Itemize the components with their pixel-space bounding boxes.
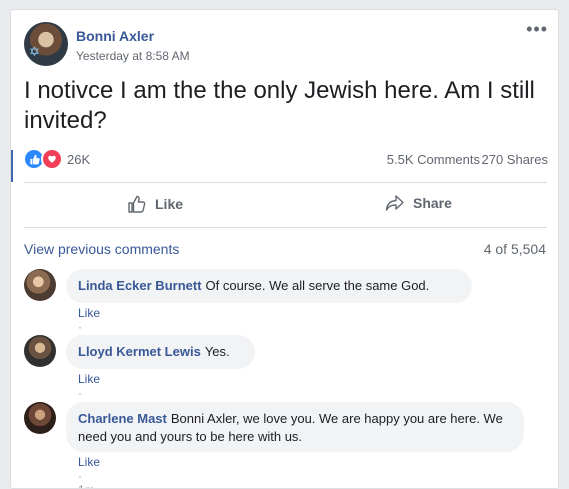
comment-text: Of course. We all serve the same God.	[205, 278, 430, 293]
comment-time[interactable]: 1m	[78, 483, 95, 488]
meta-separator: ·	[78, 469, 82, 483]
comment-like-link[interactable]: Like	[78, 372, 100, 386]
thumbs-up-icon	[127, 194, 147, 214]
commenter-avatar[interactable]	[24, 402, 56, 434]
reactions-bar: 26K 5.5K Comments 270 Shares	[11, 148, 558, 182]
reaction-count[interactable]: 26K	[67, 152, 90, 167]
post-text: I notivce I am the the only Jewish here.…	[24, 77, 535, 134]
post-author-name[interactable]: Bonni Axler	[76, 28, 154, 44]
comment-meta: Like · 1m	[78, 455, 100, 488]
like-button-label: Like	[155, 196, 184, 212]
post-card: ✡ Bonni Axler Yesterday at 8:58 AM ••• I…	[10, 9, 559, 489]
shares-count-link[interactable]: 270 Shares	[482, 152, 549, 167]
comment-bubble: Charlene Mast Bonni Axler, we love you. W…	[66, 402, 524, 452]
comment-bubble: Linda Ecker Burnett Of course. We all ser…	[66, 269, 472, 303]
love-reaction-icon[interactable]	[41, 148, 63, 170]
divider	[24, 227, 547, 228]
like-button[interactable]: Like	[127, 194, 183, 214]
share-button-label: Share	[413, 195, 452, 211]
share-button[interactable]: Share	[385, 194, 452, 212]
post-timestamp[interactable]: Yesterday at 8:58 AM	[76, 49, 190, 63]
comment-text: Yes.	[204, 344, 230, 359]
comments-count-link[interactable]: 5.5K Comments	[387, 152, 480, 167]
comment-count: 4 of 5,504	[483, 241, 546, 257]
meta-separator: ·	[78, 320, 82, 334]
reactions-indicator	[11, 150, 13, 182]
commenter-name[interactable]: Charlene Mast	[78, 411, 167, 426]
more-options-icon[interactable]: •••	[526, 20, 548, 38]
author-avatar[interactable]: ✡	[24, 22, 68, 66]
star-of-david-icon: ✡	[29, 44, 40, 59]
view-previous-comments-link[interactable]: View previous comments	[24, 241, 179, 257]
divider	[24, 182, 547, 183]
commenter-avatar[interactable]	[24, 335, 56, 367]
meta-separator: ·	[78, 386, 82, 400]
commenter-name[interactable]: Linda Ecker Burnett	[78, 278, 202, 293]
comment-like-link[interactable]: Like	[78, 306, 100, 320]
comment-bubble: Lloyd Kermet Lewis Yes.	[66, 335, 255, 369]
commenter-avatar[interactable]	[24, 269, 56, 301]
comment-like-link[interactable]: Like	[78, 455, 100, 469]
commenter-name[interactable]: Lloyd Kermet Lewis	[78, 344, 201, 359]
share-arrow-icon	[385, 194, 405, 212]
